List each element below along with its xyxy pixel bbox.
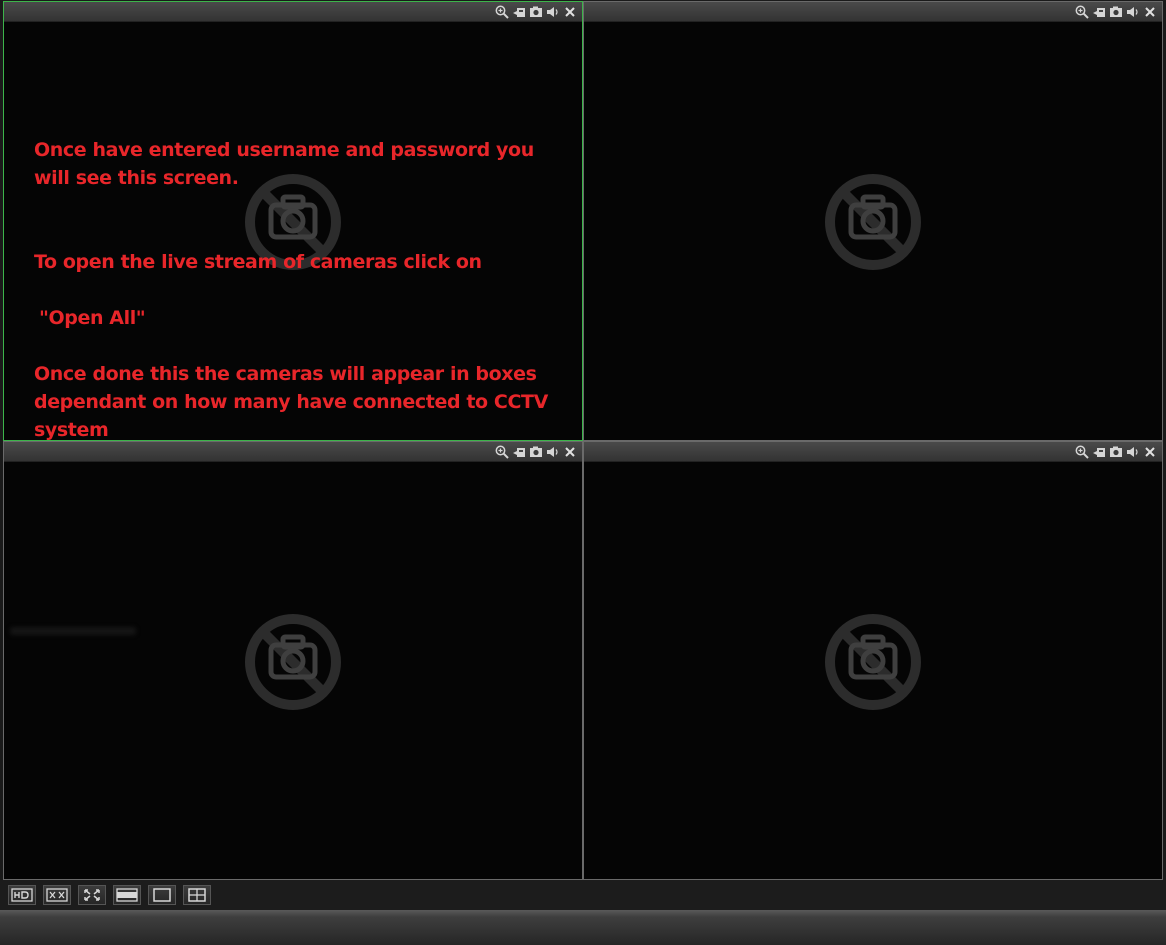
pane-tools — [1074, 444, 1158, 459]
close-icon[interactable] — [562, 444, 578, 459]
instruction-note: Once have entered username and password … — [34, 136, 554, 441]
single-layout-icon — [153, 888, 171, 902]
wide-layout-button[interactable] — [113, 885, 141, 905]
single-layout-button[interactable] — [148, 885, 176, 905]
pane-tools — [494, 444, 578, 459]
note-line-2: To open the live stream of cameras click… — [34, 251, 482, 273]
close-icon[interactable] — [1142, 4, 1158, 19]
snapshot-icon[interactable] — [1108, 4, 1124, 19]
snapshot-icon[interactable] — [528, 4, 544, 19]
zoom-icon[interactable] — [494, 4, 510, 19]
pane-video-area — [584, 462, 1162, 879]
audio-icon[interactable] — [1125, 444, 1141, 459]
close-icon[interactable] — [1142, 444, 1158, 459]
pane-tools — [1074, 4, 1158, 19]
pane-tools — [494, 4, 578, 19]
audio-icon[interactable] — [545, 4, 561, 19]
zoom-icon[interactable] — [1074, 444, 1090, 459]
wide-layout-icon — [116, 888, 138, 902]
pane-header — [584, 2, 1162, 22]
pane-video-area — [4, 462, 582, 879]
audio-icon[interactable] — [1125, 4, 1141, 19]
note-line-1: Once have entered username and password … — [34, 139, 534, 189]
video-pane-4[interactable] — [583, 441, 1163, 880]
no-video-camera-icon — [245, 613, 341, 710]
fit-icon — [46, 888, 68, 902]
video-grid: Once have entered username and password … — [3, 1, 1163, 880]
quad-layout-button[interactable] — [183, 885, 211, 905]
video-pane-1[interactable]: Once have entered username and password … — [3, 1, 583, 441]
pane-header — [4, 442, 582, 462]
no-video-camera-icon — [825, 174, 921, 270]
note-line-3: "Open All" — [39, 307, 146, 329]
record-icon[interactable] — [511, 4, 527, 19]
hd-icon — [11, 888, 33, 902]
hd-button[interactable] — [8, 885, 36, 905]
redacted-area — [10, 627, 136, 635]
zoom-icon[interactable] — [1074, 4, 1090, 19]
pane-header — [584, 442, 1162, 462]
quad-layout-icon — [188, 888, 206, 902]
snapshot-icon[interactable] — [528, 444, 544, 459]
fit-button[interactable] — [43, 885, 71, 905]
cctv-client-window: Once have entered username and password … — [0, 0, 1166, 945]
video-pane-3[interactable] — [3, 441, 583, 880]
zoom-icon[interactable] — [494, 444, 510, 459]
view-toolbar — [0, 880, 1166, 910]
no-video-camera-icon — [825, 613, 921, 710]
pane-header — [4, 2, 582, 22]
audio-icon[interactable] — [545, 444, 561, 459]
record-icon[interactable] — [1091, 4, 1107, 19]
fullscreen-button[interactable] — [78, 885, 106, 905]
snapshot-icon[interactable] — [1108, 444, 1124, 459]
close-icon[interactable] — [562, 4, 578, 19]
record-icon[interactable] — [511, 444, 527, 459]
record-icon[interactable] — [1091, 444, 1107, 459]
note-line-4: Once done this the cameras will appear i… — [34, 363, 548, 441]
status-bar — [0, 910, 1166, 945]
pane-video-area — [584, 22, 1162, 440]
video-pane-2[interactable] — [583, 1, 1163, 441]
pane-video-area: Once have entered username and password … — [4, 22, 582, 440]
fullscreen-icon — [84, 889, 100, 901]
